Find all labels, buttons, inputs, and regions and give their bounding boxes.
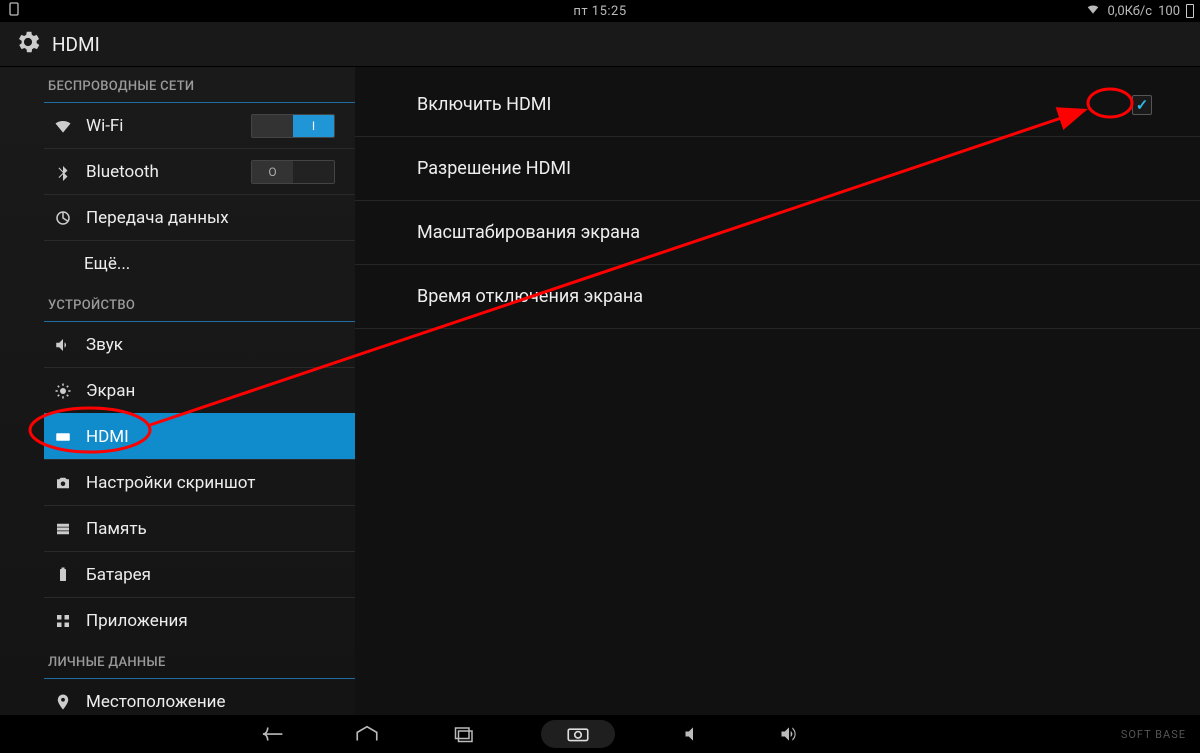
- sidebar-item-screenshot[interactable]: Настройки скриншот: [44, 459, 355, 505]
- setting-label: Время отключения экрана: [417, 286, 643, 307]
- section-personal: ЛИЧНЫЕ ДАННЫЕ: [44, 643, 355, 678]
- back-button[interactable]: [253, 720, 289, 748]
- hdmi-settings-panel: Включить HDMI Разрешение HDMI Масштабиро…: [355, 67, 1200, 715]
- volume-down-button[interactable]: [675, 720, 711, 748]
- setting-label: Разрешение HDMI: [417, 158, 571, 179]
- sidebar-item-label: Ещё...: [84, 254, 130, 274]
- status-bar: пт 15:25 0,0Кб/с 100: [0, 0, 1200, 22]
- sidebar-item-wifi[interactable]: Wi-Fi I: [44, 102, 355, 148]
- home-button[interactable]: [349, 720, 385, 748]
- sidebar-item-label: Wi-Fi: [86, 116, 123, 136]
- recent-apps-button[interactable]: [445, 720, 481, 748]
- sidebar-item-label: Звук: [86, 335, 123, 355]
- brightness-icon: [52, 382, 74, 400]
- sidebar-item-label: Настройки скриншот: [86, 473, 255, 493]
- sidebar-item-more[interactable]: Ещё...: [44, 240, 355, 286]
- sidebar-item-label: Местоположение: [86, 692, 226, 712]
- system-navbar: SOFT BASE: [0, 715, 1200, 753]
- sidebar-item-label: Батарея: [86, 565, 151, 585]
- sidebar-item-display[interactable]: Экран: [44, 367, 355, 413]
- section-wireless: БЕСПРОВОДНЫЕ СЕТИ: [44, 67, 355, 102]
- sidebar-item-label: Bluetooth: [86, 162, 159, 182]
- watermark: SOFT BASE: [1121, 728, 1186, 741]
- status-time: пт 15:25: [573, 4, 626, 19]
- sidebar-item-hdmi[interactable]: HDMI: [44, 413, 355, 459]
- sidebar-item-bluetooth[interactable]: Bluetooth O: [44, 148, 355, 194]
- storage-icon: [52, 520, 74, 538]
- sound-icon: [52, 336, 74, 354]
- settings-header: HDMI: [0, 22, 1200, 67]
- rotation-lock-icon: [6, 1, 22, 21]
- status-net-speed: 0,0Кб/с: [1107, 4, 1152, 19]
- screenshot-button[interactable]: [541, 720, 615, 748]
- volume-up-button[interactable]: [771, 720, 807, 748]
- sidebar-item-data-usage[interactable]: Передача данных: [44, 194, 355, 240]
- wifi-icon: [52, 116, 74, 136]
- sidebar-item-battery[interactable]: Батарея: [44, 551, 355, 597]
- sidebar-item-label: Приложения: [86, 611, 188, 631]
- settings-sidebar: БЕСПРОВОДНЫЕ СЕТИ Wi-Fi I Bluetooth O: [0, 67, 355, 715]
- location-icon: [52, 693, 74, 711]
- setting-label: Масштабирования экрана: [417, 222, 640, 243]
- sidebar-item-apps[interactable]: Приложения: [44, 597, 355, 643]
- camera-icon: [52, 474, 74, 492]
- setting-screen-scaling[interactable]: Масштабирования экрана: [355, 201, 1200, 265]
- section-device: УСТРОЙСТВО: [44, 286, 355, 321]
- sidebar-item-label: Память: [86, 519, 147, 539]
- setting-label: Включить HDMI: [417, 94, 551, 115]
- sidebar-item-storage[interactable]: Память: [44, 505, 355, 551]
- sidebar-item-location[interactable]: Местоположение: [44, 678, 355, 715]
- setting-screen-off-time[interactable]: Время отключения экрана: [355, 265, 1200, 329]
- wifi-icon: [1085, 2, 1101, 20]
- page-title: HDMI: [52, 33, 100, 56]
- data-usage-icon: [52, 209, 74, 227]
- sidebar-item-label: Экран: [86, 381, 135, 401]
- sidebar-item-label: Передача данных: [86, 208, 229, 228]
- battery-icon: [1186, 4, 1194, 18]
- battery-icon: [52, 566, 74, 584]
- sidebar-item-label: HDMI: [86, 427, 129, 447]
- enable-hdmi-checkbox[interactable]: [1132, 95, 1152, 115]
- status-battery-level: 100: [1158, 4, 1180, 19]
- setting-enable-hdmi[interactable]: Включить HDMI: [355, 73, 1200, 137]
- wifi-toggle[interactable]: I: [251, 114, 335, 138]
- setting-hdmi-resolution[interactable]: Разрешение HDMI: [355, 137, 1200, 201]
- bluetooth-toggle[interactable]: O: [251, 160, 335, 184]
- bluetooth-icon: [52, 163, 74, 181]
- sidebar-item-sound[interactable]: Звук: [44, 321, 355, 367]
- hdmi-icon: [52, 428, 74, 446]
- gear-icon: [14, 28, 42, 60]
- apps-icon: [52, 612, 74, 630]
